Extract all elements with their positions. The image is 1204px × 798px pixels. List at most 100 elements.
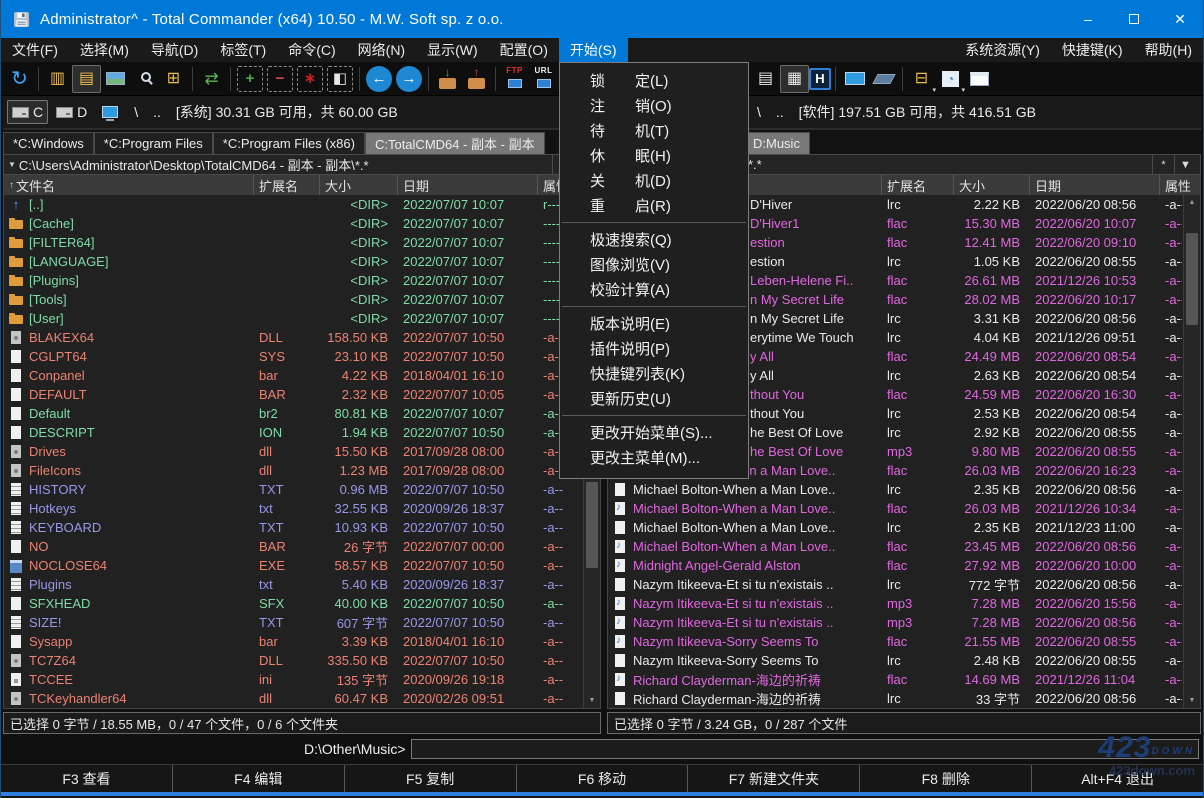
menubar-item[interactable]: 系统资源(Y): [954, 38, 1051, 62]
folder-tab[interactable]: *C:Program Files (x86): [213, 132, 365, 154]
command-input[interactable]: [411, 739, 1199, 759]
file-row[interactable]: [Plugins]<DIR>2022/07/07 10:07----: [4, 271, 582, 290]
menubar-item[interactable]: 标签(T): [209, 38, 277, 62]
scroll-down-icon[interactable]: ▼: [1184, 693, 1200, 708]
file-row[interactable]: Pluginstxt5.40 KB2020/09/26 18:37-a--: [4, 575, 582, 594]
function-key-button[interactable]: F8 删除: [859, 765, 1031, 792]
menubar-item[interactable]: 帮助(H): [1134, 38, 1203, 62]
file-row[interactable]: Nazym Itikeeva-Sorry Seems Toflac21.55 M…: [608, 632, 1182, 651]
start-menu-item[interactable]: 锁 定(L): [560, 68, 748, 93]
back-icon[interactable]: ←: [366, 66, 392, 92]
file-row[interactable]: Michael Bolton-When a Man Love..flac23.4…: [608, 537, 1182, 556]
sync-dirs-icon[interactable]: ⇄: [197, 65, 226, 93]
minimize-button[interactable]: –: [1065, 0, 1111, 38]
scroll-thumb[interactable]: [586, 482, 598, 568]
column-header[interactable]: 扩展名: [882, 175, 954, 195]
column-header[interactable]: 日期: [1030, 175, 1160, 195]
charts-icon[interactable]: ◔▾: [936, 65, 965, 93]
filter-button[interactable]: *: [1152, 155, 1174, 174]
start-menu-item[interactable]: 快捷键列表(K): [560, 361, 748, 386]
ftp-connect-icon[interactable]: FTP: [500, 65, 529, 93]
column-header[interactable]: ↑文件名: [4, 175, 254, 195]
file-row[interactable]: [LANGUAGE]<DIR>2022/07/07 10:07----: [4, 252, 582, 271]
path-dropdown-button[interactable]: ▼: [1174, 155, 1196, 174]
drive-button-c[interactable]: C: [7, 100, 48, 124]
network-drive-button[interactable]: [95, 100, 125, 124]
calculator-icon[interactable]: ▦: [780, 65, 809, 93]
folder-grid-icon[interactable]: ⊟▾: [907, 65, 936, 93]
folder-tab[interactable]: *C:Windows: [3, 132, 94, 154]
laptop-icon[interactable]: [869, 65, 898, 93]
file-row[interactable]: Conpanelbar4.22 KB2018/04/01 16:10-a--: [4, 366, 582, 385]
column-header[interactable]: 大小: [954, 175, 1030, 195]
start-menu-item[interactable]: 图像浏览(V): [560, 252, 748, 277]
file-row[interactable]: KEYBOARDTXT10.93 KB2022/07/07 10:50-a--: [4, 518, 582, 537]
file-row[interactable]: ↑[..]<DIR>2022/07/07 10:07r---: [4, 195, 582, 214]
path-history-icon[interactable]: ▼: [8, 160, 16, 169]
star-toolbar-button-icon[interactable]: ∗: [297, 66, 323, 92]
start-menu-item[interactable]: 休 眠(H): [560, 143, 748, 168]
parent-dir-button[interactable]: ..: [770, 101, 790, 123]
start-menu-item[interactable]: 更改开始菜单(S)...: [560, 420, 748, 445]
file-row[interactable]: BLAKEX64DLL158.50 KB2022/07/07 10:50-a--: [4, 328, 582, 347]
menubar-item[interactable]: 开始(S): [559, 38, 628, 62]
root-dir-button[interactable]: \: [751, 101, 767, 123]
column-header[interactable]: 扩展名: [254, 175, 320, 195]
menubar-item[interactable]: 配置(O): [489, 38, 559, 62]
url-download-icon[interactable]: URL: [529, 65, 558, 93]
function-key-button[interactable]: F5 复制: [344, 765, 516, 792]
folder-contents-icon[interactable]: ▤: [72, 65, 101, 93]
scroll-up-icon[interactable]: ▲: [1184, 195, 1200, 210]
unpack-files-icon[interactable]: ↑: [462, 65, 491, 93]
file-row[interactable]: Sysappbar3.39 KB2018/04/01 16:10-a--: [4, 632, 582, 651]
notepad-icon[interactable]: ▤: [751, 65, 780, 93]
file-row[interactable]: DESCRIPTION1.94 KB2022/07/07 10:50-a--: [4, 423, 582, 442]
start-menu-item[interactable]: 更新历史(U): [560, 386, 748, 411]
column-header[interactable]: 大小: [320, 175, 398, 195]
start-menu-item[interactable]: 重 启(R): [560, 193, 748, 218]
refresh-icon[interactable]: ↻: [5, 65, 34, 93]
menubar-item[interactable]: 显示(W): [416, 38, 489, 62]
search-icon[interactable]: [130, 65, 159, 93]
tree-view-icon[interactable]: ⊞: [159, 65, 188, 93]
file-row[interactable]: Michael Bolton-When a Man Love..lrc2.35 …: [608, 480, 1182, 499]
file-row[interactable]: NOBAR26 字节2022/07/07 00:00-a--: [4, 537, 582, 556]
show-desktop-icon[interactable]: [840, 65, 869, 93]
file-row[interactable]: Richard Clayderman-海边的祈祷flac14.69 MB2021…: [608, 670, 1182, 689]
menubar-item[interactable]: 命令(C): [277, 38, 346, 62]
function-key-button[interactable]: F6 移动: [516, 765, 688, 792]
start-menu-item[interactable]: 校验计算(A): [560, 277, 748, 302]
function-key-button[interactable]: F4 编辑: [172, 765, 344, 792]
function-key-button[interactable]: Alt+F4 退出: [1031, 765, 1203, 792]
file-row[interactable]: Nazym Itikeeva-Et si tu n'existais ..mp3…: [608, 594, 1182, 613]
parent-dir-button[interactable]: ..: [147, 101, 167, 123]
file-row[interactable]: [Tools]<DIR>2022/07/07 10:07----: [4, 290, 582, 309]
file-row[interactable]: Nazym Itikeeva-Sorry Seems Tolrc2.48 KB2…: [608, 651, 1182, 670]
folder-tab[interactable]: *C:Program Files: [94, 132, 213, 154]
file-row[interactable]: Richard Clayderman-海边的祈祷lrc33 字节2022/06/…: [608, 689, 1182, 708]
image-viewer-icon[interactable]: [101, 65, 130, 93]
add-toolbar-button-icon[interactable]: +: [237, 66, 263, 92]
file-row[interactable]: CGLPT64SYS23.10 KB2022/07/07 10:50-a--: [4, 347, 582, 366]
file-row[interactable]: Nazym Itikeeva-Et si tu n'existais ..lrc…: [608, 575, 1182, 594]
file-row[interactable]: Nazym Itikeeva-Et si tu n'existais ..mp3…: [608, 613, 1182, 632]
drive-button-d[interactable]: D: [51, 100, 92, 124]
file-row[interactable]: Michael Bolton-When a Man Love..flac26.0…: [608, 499, 1182, 518]
invert-selection-icon[interactable]: ◧: [327, 66, 353, 92]
start-menu-item[interactable]: 插件说明(P): [560, 336, 748, 361]
root-dir-button[interactable]: \: [128, 101, 144, 123]
column-header[interactable]: 属性: [1160, 175, 1200, 195]
menubar-item[interactable]: 网络(N): [347, 38, 416, 62]
pack-files-icon[interactable]: ↓: [433, 65, 462, 93]
maximize-button[interactable]: [1111, 0, 1157, 38]
start-menu-item[interactable]: 极速搜索(Q): [560, 227, 748, 252]
column-header[interactable]: 日期: [398, 175, 538, 195]
folder-tab[interactable]: C:TotalCMD64 - 副本 - 副本: [365, 132, 545, 154]
menubar-item[interactable]: 选择(M): [69, 38, 140, 62]
start-menu-item[interactable]: 更改主菜单(M)...: [560, 445, 748, 470]
remove-toolbar-button-icon[interactable]: −: [267, 66, 293, 92]
hex-viewer-icon[interactable]: H: [809, 68, 831, 90]
file-row[interactable]: Drivesdll15.50 KB2017/09/28 08:00-a--: [4, 442, 582, 461]
file-row[interactable]: FileIconsdll1.23 MB2017/09/28 08:00-a--: [4, 461, 582, 480]
copy-lists-icon[interactable]: ▥: [43, 65, 72, 93]
